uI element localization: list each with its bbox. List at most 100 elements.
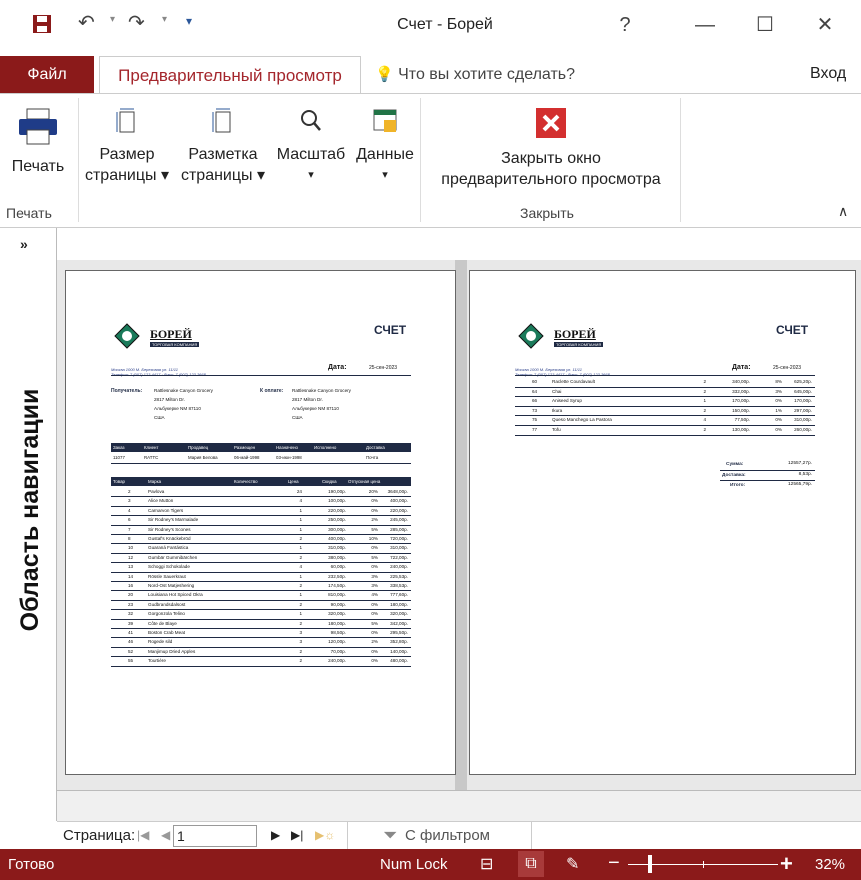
table-cell: 3	[128, 498, 131, 504]
table-cell: 66	[532, 398, 538, 404]
table-cell: 1	[703, 398, 706, 404]
table-cell: 2	[299, 583, 302, 588]
new-page-icon[interactable]: ▶☼	[315, 828, 335, 842]
bill-address-line: Rattlesnake Canyon Grocery	[292, 388, 351, 393]
prev-page-icon[interactable]: ◀	[161, 828, 170, 842]
tab-file[interactable]: Файл	[0, 56, 94, 94]
page-size-icon	[116, 108, 135, 133]
redo-icon[interactable]: ↷	[128, 10, 145, 35]
table-cell: 722,00р.	[390, 554, 408, 560]
page-layout-button[interactable]: Разметка страницы ▾	[176, 108, 270, 186]
maximize-button[interactable]: ☐	[740, 10, 790, 40]
page-gap	[455, 260, 467, 790]
table-cell: 150,00р.	[732, 407, 750, 413]
row-rule	[515, 424, 815, 426]
table-cell: Queso Manchego La Pastora	[552, 417, 612, 423]
table-cell: 310,00р.	[328, 545, 346, 551]
export-data-icon	[373, 109, 397, 132]
print-button[interactable]: Печать	[5, 108, 71, 177]
table-cell: Rössle Sauerkraut	[148, 573, 186, 579]
order-value-cell: 06-май-1998	[234, 455, 260, 460]
table-cell: 60	[532, 379, 538, 384]
table-cell: 100,00р.	[328, 498, 346, 504]
table-row: 32 Gorgonzola Telino 1 320,00р. 0% 320,00р.	[111, 611, 411, 620]
table-cell: 625,20р.	[794, 379, 812, 384]
report-page-2: БОРЕЙ ТОРГОВАЯ КОМПАНИЯ СЧЕТ Москва 1000 М.…	[469, 270, 856, 775]
tell-me-box[interactable]: 💡 Что вы хотите сделать?	[375, 65, 575, 84]
table-cell: 55	[128, 658, 134, 664]
page-number-input[interactable]: 1	[173, 825, 257, 847]
table-row: 55 Tourtière 2 240,00р. 0% 480,00р.	[111, 658, 411, 667]
bill-address-line: Альбукерке NM 87110	[292, 406, 339, 411]
items-header-cell: Скидка	[322, 479, 337, 484]
magnifier-icon	[301, 110, 321, 131]
row-rule	[111, 543, 411, 545]
table-cell: Boston Crab Meat	[148, 630, 186, 635]
row-rule	[111, 505, 411, 507]
page-size-button[interactable]: Размер страницы ▾	[82, 108, 172, 186]
table-cell: 75	[532, 417, 538, 423]
total-label: Итого:	[730, 483, 746, 488]
layout-view-icon[interactable]: ✎	[566, 854, 579, 874]
table-cell: Pavlova	[148, 489, 165, 494]
close-preview-button[interactable]: Закрыть окно предварительного просмотра	[424, 108, 678, 190]
collapse-ribbon-icon[interactable]: ∧	[838, 203, 848, 220]
customize-toolbar-icon[interactable]: ▾	[186, 14, 192, 28]
first-page-icon[interactable]: |◀	[137, 828, 149, 842]
filter-icon[interactable]: ⏷	[383, 825, 397, 846]
table-cell: Schoggi Schokolade	[148, 564, 190, 570]
save-icon[interactable]	[32, 14, 52, 34]
table-cell: Nord-Ost Matjeshering	[148, 583, 195, 588]
table-cell: 2	[299, 620, 302, 626]
minimize-button[interactable]: —	[680, 10, 730, 40]
table-cell: 400,00р.	[390, 498, 408, 504]
table-cell: 332,00р.	[732, 388, 750, 394]
shipping-label: Доставка:	[722, 473, 746, 478]
group-divider	[420, 98, 421, 222]
zoom-out-icon[interactable]: −	[608, 852, 620, 875]
last-page-icon[interactable]: ▶|	[291, 828, 303, 842]
table-cell: 260,00р.	[794, 427, 812, 432]
zoom-slider-thumb[interactable]	[648, 855, 652, 873]
undo-icon[interactable]: ↶	[78, 10, 95, 35]
next-page-icon[interactable]: ▶	[271, 828, 280, 842]
order-header-cell: Назначено	[276, 445, 298, 450]
sign-in-link[interactable]: Вход	[810, 65, 846, 83]
table-cell: 98,50р.	[330, 630, 346, 635]
table-cell: 777,60р.	[390, 592, 408, 598]
print-preview-view-icon[interactable]: ⧉	[518, 851, 544, 877]
company-logo-icon	[518, 323, 544, 349]
table-cell: 8	[128, 536, 131, 541]
tab-print-preview[interactable]: Предварительный просмотр	[99, 56, 361, 94]
redo-dropdown-icon[interactable]: ▾	[162, 14, 167, 25]
table-cell: 810,00р.	[328, 592, 346, 598]
table-cell: 13	[128, 564, 134, 570]
table-row: 10 Guaraná Fantástica 1 310,00р. 0% 310,00р.	[111, 545, 411, 554]
navigation-pane-label[interactable]: Область навигации	[10, 360, 50, 660]
table-cell: 1	[299, 526, 302, 532]
filter-label[interactable]: С фильтром	[405, 827, 490, 844]
order-rule	[111, 463, 411, 464]
undo-dropdown-icon[interactable]: ▾	[110, 14, 115, 25]
close-window-button[interactable]: ✕	[800, 10, 850, 40]
table-cell: 225,53р.	[390, 573, 408, 579]
table-cell: 170,00р.	[794, 398, 812, 404]
window-title: Счет - Борей	[397, 16, 493, 33]
table-row: 23 Gudbrandsdalsost 2 90,00р. 0% 180,00р.	[111, 602, 411, 611]
table-cell: 2	[128, 489, 131, 494]
status-ready: Готово	[8, 856, 55, 873]
data-button[interactable]: Данные ▾	[352, 108, 418, 186]
order-value-cell: RATTC	[144, 455, 159, 460]
horizontal-scrollbar[interactable]	[57, 790, 861, 821]
zoom-button[interactable]: Масштаб ▾	[274, 108, 348, 186]
zoom-level[interactable]: 32%	[815, 856, 845, 873]
help-button[interactable]: ?	[600, 10, 650, 40]
nav-expand-icon[interactable]: »	[20, 236, 28, 252]
title-bar: ↶ ▾ ↷ ▾ ▾ Счет - Борей ? — ☐ ✕	[0, 0, 861, 50]
zoom-in-icon[interactable]: +	[780, 851, 793, 877]
report-view-icon[interactable]: ⊟	[480, 854, 493, 874]
table-row: 6 Sir Rodney's Marmalade 1 250,00р. 2% 245,00…	[111, 517, 411, 526]
table-cell: 39	[128, 620, 134, 626]
invoice-date: 25-сен-2023	[773, 365, 802, 371]
table-cell: 1	[299, 507, 302, 513]
